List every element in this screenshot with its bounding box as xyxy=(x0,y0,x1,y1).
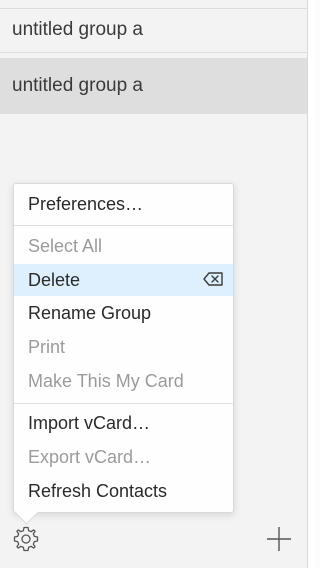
menu-item-refresh-contacts[interactable]: Refresh Contacts xyxy=(14,475,233,507)
menu-item-rename-group[interactable]: Rename Group xyxy=(14,297,233,329)
menu-item-label: Delete xyxy=(28,269,81,290)
menu-item-label: Import vCard… xyxy=(28,412,151,433)
menu-item-print[interactable]: Print xyxy=(14,331,233,363)
menu-item-select-all[interactable]: Select All xyxy=(14,230,233,262)
menu-item-import-vcard[interactable]: Import vCard… xyxy=(14,407,233,439)
menu-separator xyxy=(14,225,233,226)
menu-separator xyxy=(14,403,233,404)
content-pane-edge xyxy=(307,0,315,568)
group-row-selected[interactable]: untitled group a xyxy=(0,58,307,114)
delete-key-icon xyxy=(203,272,223,286)
menu-item-label: Refresh Contacts xyxy=(28,480,168,501)
menu-item-label: Export vCard… xyxy=(28,446,152,467)
menu-item-label: Rename Group xyxy=(28,302,152,323)
group-label: untitled group a xyxy=(12,19,143,40)
menu-item-delete[interactable]: Delete xyxy=(14,264,233,296)
group-row[interactable]: untitled group a xyxy=(0,8,307,53)
menu-item-label: Preferences… xyxy=(28,193,144,214)
menu-item-label: Select All xyxy=(28,235,103,256)
menu-item-export-vcard[interactable]: Export vCard… xyxy=(14,441,233,473)
action-menu: Preferences… Select All Delete Rename Gr… xyxy=(13,183,234,513)
group-label: untitled group a xyxy=(12,75,143,96)
menu-item-label: Make This My Card xyxy=(28,370,184,391)
gear-icon[interactable] xyxy=(12,525,40,553)
menu-item-label: Print xyxy=(28,336,66,357)
menu-item-make-my-card[interactable]: Make This My Card xyxy=(14,365,233,397)
menu-item-preferences[interactable]: Preferences… xyxy=(14,188,233,220)
plus-icon[interactable] xyxy=(265,525,293,553)
